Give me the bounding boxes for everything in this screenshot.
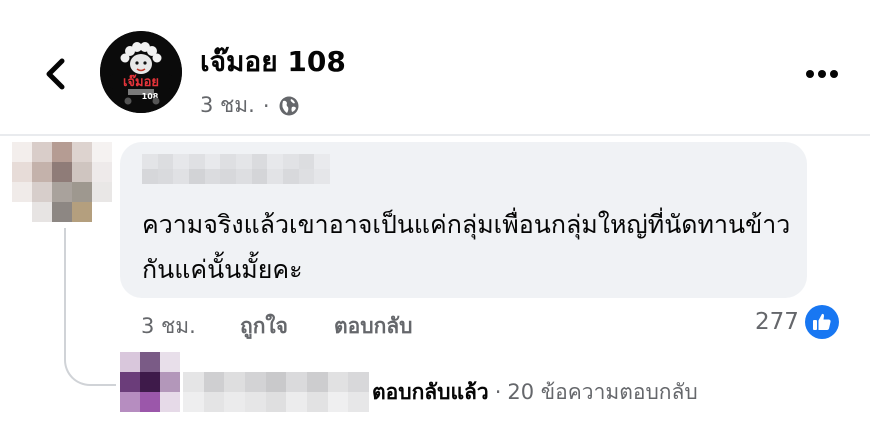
- comment-text: ความจริงแล้วเขาอาจเป็นแค่กลุ่มเพื่อนกลุ่…: [142, 210, 791, 284]
- reply-button[interactable]: ตอบกลับ: [334, 310, 413, 343]
- commenter-avatar[interactable]: [12, 142, 112, 222]
- page-logo: เจ๊มอย 108: [100, 31, 182, 113]
- more-icon[interactable]: [802, 62, 842, 86]
- reply-author-name[interactable]: [183, 372, 369, 412]
- back-icon[interactable]: [38, 52, 78, 96]
- page-avatar[interactable]: เจ๊มอย 108: [100, 31, 182, 113]
- like-button[interactable]: ถูกใจ: [240, 310, 288, 343]
- globe-icon: [279, 96, 298, 115]
- like-thumb-icon: [804, 305, 839, 339]
- reply-avatar[interactable]: [120, 352, 180, 412]
- thread-connector: [64, 228, 116, 386]
- view-replies-link[interactable]: ตอบกลับแล้ว · 20 ข้อความตอบกลับ: [372, 376, 698, 409]
- commenter-name[interactable]: [142, 154, 330, 184]
- comment-time[interactable]: 3 ชม.: [141, 310, 196, 343]
- replies-separator: ·: [494, 380, 502, 404]
- post-meta: 3 ชม. ·: [200, 89, 300, 122]
- post-header: เจ๊มอย 108 เจ๊มอย 108 3 ชม. ·: [0, 0, 870, 134]
- replies-count: 20 ข้อความตอบกลับ: [507, 380, 698, 404]
- svg-text:เจ๊มอย: เจ๊มอย: [123, 75, 159, 90]
- replied-label: ตอบกลับแล้ว: [372, 380, 489, 404]
- comment-bubble: ความจริงแล้วเขาอาจเป็นแค่กลุ่มเพื่อนกลุ่…: [120, 142, 807, 298]
- post-time[interactable]: 3 ชม.: [200, 89, 255, 122]
- reaction-summary[interactable]: 277: [755, 305, 839, 339]
- meta-separator: ·: [262, 93, 270, 118]
- page-name[interactable]: เจ๊มอย 108: [200, 40, 346, 84]
- reaction-count: 277: [755, 309, 799, 335]
- header-divider: [0, 134, 870, 136]
